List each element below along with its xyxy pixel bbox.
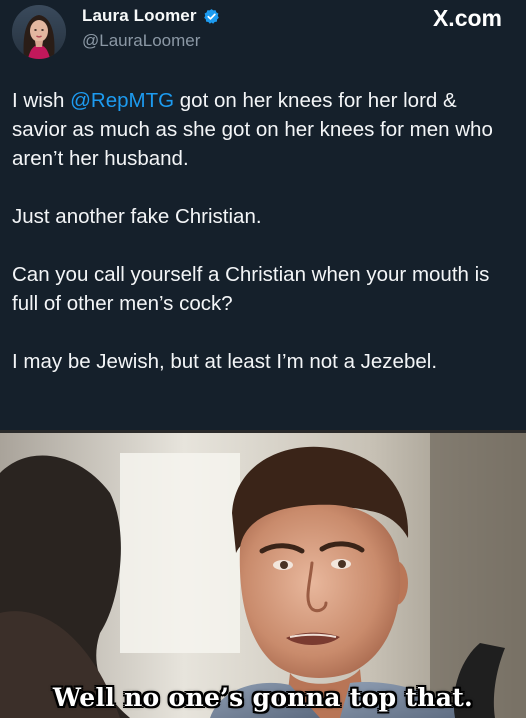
mention-link[interactable]: @RepMTG: [70, 89, 174, 112]
brand-watermark: X.com: [433, 5, 502, 32]
verified-badge-icon: [203, 8, 220, 25]
name-row: Laura Loomer: [82, 6, 220, 26]
tweet-paragraph-1: I wish @RepMTG got on her knees for her …: [12, 86, 512, 173]
avatar[interactable]: [12, 5, 66, 59]
tweet-card: Laura Loomer @LauraLoomer X.com I wish @…: [0, 0, 526, 430]
meme-caption: Well no one’s gonna top that.: [52, 683, 474, 712]
tweet-paragraph-3: Can you call yourself a Christian when y…: [12, 263, 490, 315]
meme-image: Well no one’s gonna top that.: [0, 433, 526, 718]
meme-illustration: [0, 433, 526, 718]
tweet-text: I wish @RepMTG got on her knees for her …: [12, 86, 512, 376]
tweet-paragraph-2: Just another fake Christian.: [12, 205, 262, 228]
user-handle[interactable]: @LauraLoomer: [82, 31, 200, 51]
brand-text: X.com: [432, 5, 502, 31]
display-name[interactable]: Laura Loomer: [82, 6, 197, 26]
screenshot-root: Laura Loomer @LauraLoomer X.com I wish @…: [0, 0, 526, 718]
tweet-paragraph-1-start: I wish: [12, 89, 71, 112]
tweet-paragraph-4: I may be Jewish, but at least I’m not a …: [12, 350, 438, 373]
avatar-image: [12, 5, 66, 59]
